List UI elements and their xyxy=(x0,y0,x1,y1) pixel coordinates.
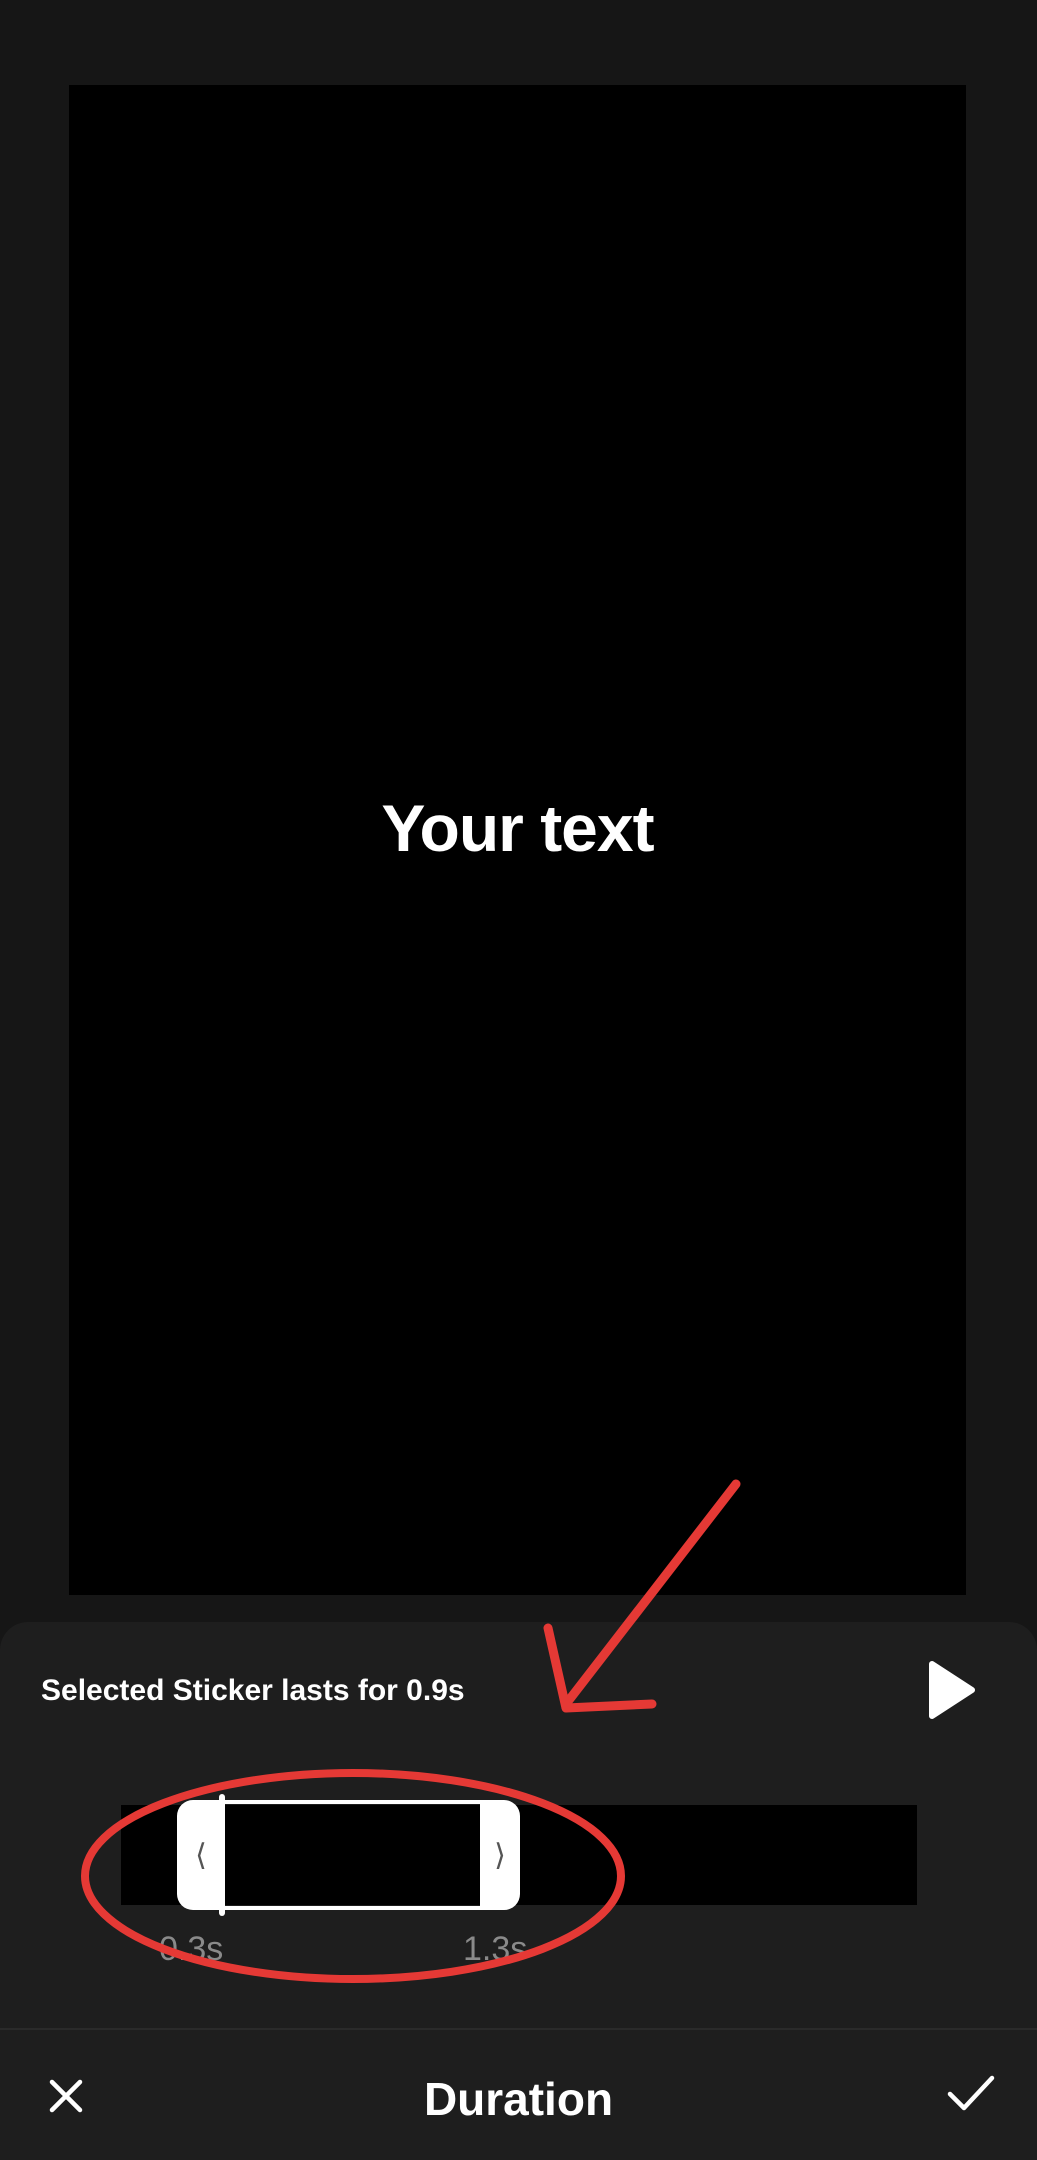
video-preview[interactable]: Your text xyxy=(69,85,966,1595)
trim-handle-left[interactable]: ⟨ xyxy=(177,1800,225,1910)
text-sticker[interactable]: Your text xyxy=(69,790,966,866)
bottom-toolbar: Duration xyxy=(0,2028,1037,2160)
confirm-button[interactable] xyxy=(946,2072,996,2116)
toolbar-title: Duration xyxy=(423,2073,614,2125)
trim-handle-right[interactable]: ⟩ xyxy=(480,1800,520,1910)
play-icon xyxy=(929,1661,975,1719)
play-button[interactable] xyxy=(926,1660,978,1720)
screen: Your text Selected Sticker lasts for 0.9… xyxy=(0,0,1037,2160)
trim-selection[interactable] xyxy=(177,1800,520,1910)
duration-info-label: Selected Sticker lasts for 0.9s xyxy=(41,1674,465,1707)
checkmark-icon xyxy=(947,2075,995,2111)
playhead[interactable] xyxy=(219,1794,225,1916)
trim-start-time: 0.3s xyxy=(159,1930,224,1968)
trim-end-time: 1.3s xyxy=(463,1930,528,1968)
